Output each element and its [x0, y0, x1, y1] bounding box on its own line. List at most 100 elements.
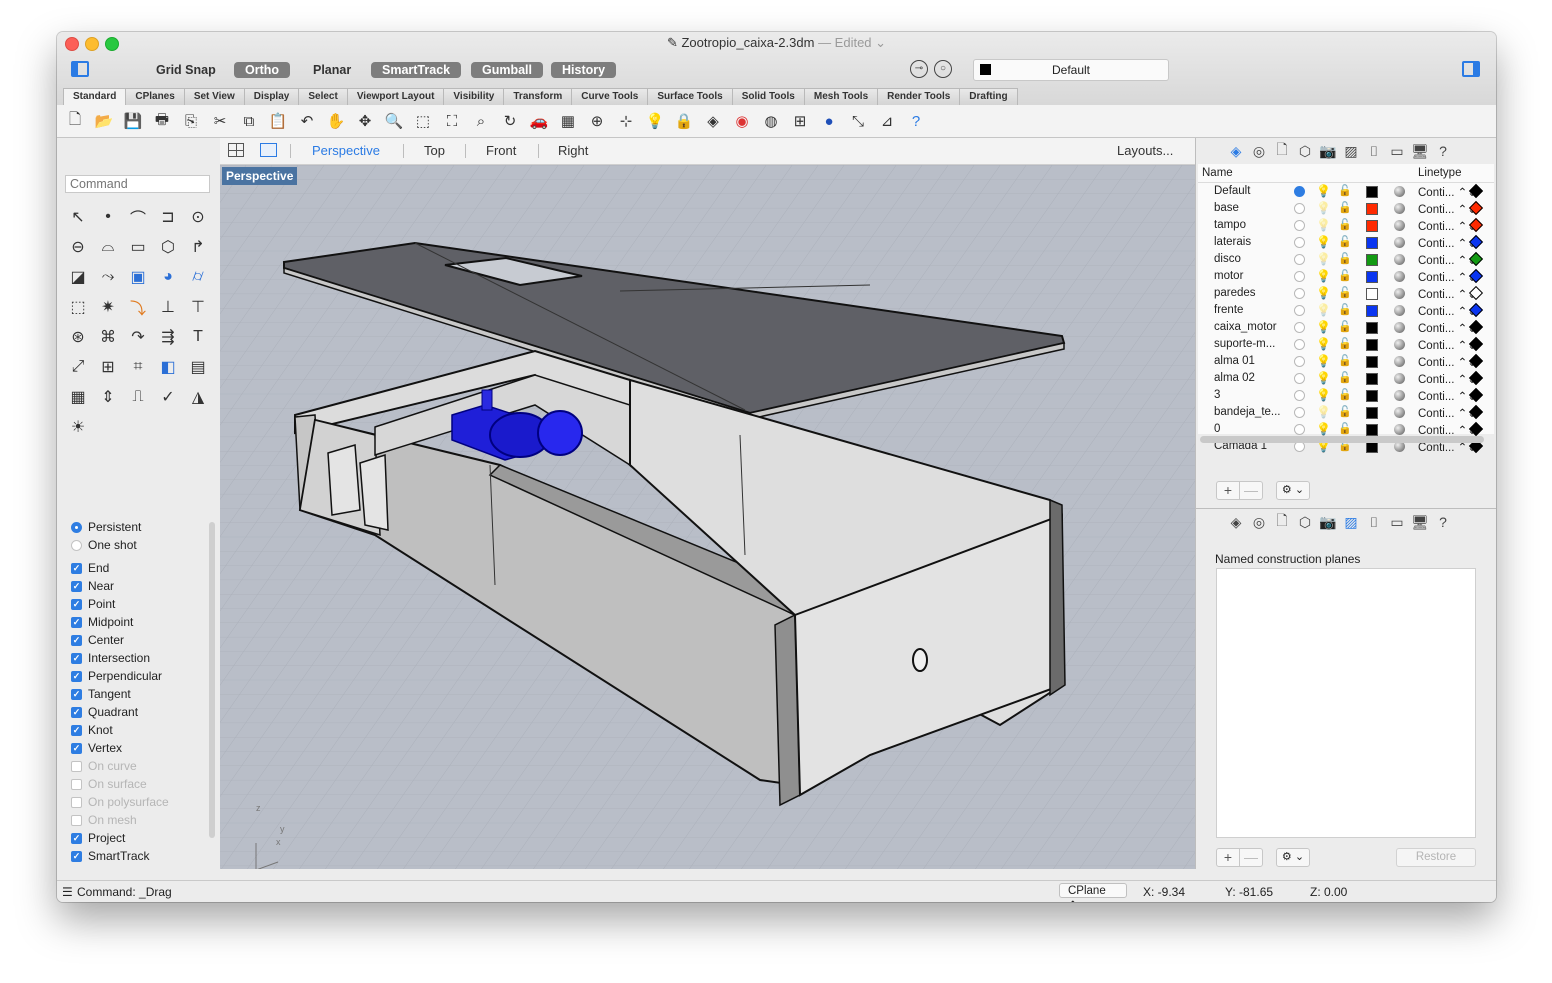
layer-name[interactable]: Default [1214, 185, 1286, 197]
lightbulb-icon[interactable]: 💡 [1316, 235, 1331, 249]
current-layer-radio[interactable] [1294, 254, 1305, 265]
linetype-selector[interactable]: Conti... ⌃⌄ [1418, 287, 1477, 301]
lock-icon[interactable]: 🔓 [1338, 320, 1352, 333]
lightbulb-icon[interactable]: 💡 [1316, 405, 1331, 419]
checkbox[interactable]: ✓ [71, 688, 82, 700]
fillet-icon[interactable]: ↱ [183, 232, 213, 262]
layer-color-swatch[interactable] [1366, 407, 1378, 419]
lock-icon[interactable]: 🔓 [1338, 286, 1352, 299]
cplane-icon[interactable]: ⊕ [585, 110, 609, 132]
paste-icon[interactable]: 📋 [266, 110, 290, 132]
lightbulb-icon[interactable]: 💡 [1316, 303, 1331, 317]
osnap-vertex[interactable]: ✓ Vertex [71, 739, 206, 757]
osnap-point[interactable]: ✓ Point [71, 595, 206, 613]
arc-icon[interactable]: ⌓ [93, 232, 123, 262]
checkbox[interactable]: ✓ [71, 598, 82, 610]
tab-solid-tools[interactable]: Solid Tools [732, 88, 805, 106]
checkbox[interactable]: ✓ [71, 724, 82, 736]
tab-curve-tools[interactable]: Curve Tools [572, 88, 649, 106]
layer-row[interactable]: laterais 💡 🔓 Conti... ⌃⌄ [1198, 234, 1494, 251]
circle-icon[interactable]: ⊙ [183, 202, 213, 232]
layer-row[interactable]: motor 💡 🔓 Conti... ⌃⌄ [1198, 268, 1494, 285]
osnap-project[interactable]: ✓ Project [71, 829, 206, 847]
layer-color-swatch[interactable] [1366, 237, 1378, 249]
layer-name[interactable]: caixa_motor [1214, 321, 1286, 333]
layer-color-swatch[interactable] [1366, 254, 1378, 266]
osnap-intersection[interactable]: ✓ Intersection [71, 649, 206, 667]
layer-color-swatch[interactable] [1366, 356, 1378, 368]
ncp-list[interactable] [1216, 568, 1476, 838]
linetype-selector[interactable]: Conti... ⌃⌄ [1418, 321, 1477, 335]
layer-row[interactable]: tampo 💡 🔓 Conti... ⌃⌄ [1198, 217, 1494, 234]
check-icon[interactable]: ✓ [153, 382, 183, 412]
group-icon[interactable]: ⌘ [93, 322, 123, 352]
viewport-panel-icon[interactable]: ▭ [1387, 512, 1407, 532]
layer-name[interactable]: paredes [1214, 287, 1286, 299]
current-layer-radio[interactable] [1294, 203, 1305, 214]
boolean-icon[interactable]: ⊛ [63, 322, 93, 352]
checkbox[interactable]: ✓ [71, 742, 82, 754]
layer-color-swatch[interactable] [1366, 390, 1378, 402]
lock-icon[interactable]: 🔓 [1338, 201, 1352, 214]
layer-row[interactable]: suporte-m... 💡 🔓 Conti... ⌃⌄ [1198, 336, 1494, 353]
open-folder-icon[interactable]: 📂 [92, 110, 116, 132]
linetype-selector[interactable]: Conti... ⌃⌄ [1418, 270, 1477, 284]
current-layer-radio[interactable] [1294, 220, 1305, 231]
curve-from-object-icon[interactable]: ↷ [123, 322, 153, 352]
lock-icon[interactable]: 🔓 [1338, 405, 1352, 418]
material-icon[interactable] [1394, 254, 1405, 265]
dimension-icon[interactable]: ⤡ [846, 110, 870, 132]
perspective-viewport[interactable]: Perspective z y x [220, 165, 1195, 869]
join-icon[interactable]: ⊤ [183, 292, 213, 322]
cut-icon[interactable]: ✂ [208, 110, 232, 132]
current-layer-radio[interactable] [1294, 305, 1305, 316]
layer-color-swatch[interactable] [1366, 305, 1378, 317]
layer-color-swatch[interactable] [1366, 322, 1378, 334]
lock-icon[interactable]: 🔓 [1338, 337, 1352, 350]
new-file-icon[interactable]: 🗋 [63, 110, 87, 132]
add-cplane-button[interactable]: + [1217, 849, 1239, 866]
wireframe-sphere-icon[interactable]: ◍ [759, 110, 783, 132]
materials-icon[interactable]: ◎ [1249, 141, 1269, 161]
linetype-selector[interactable]: Conti... ⌃⌄ [1418, 355, 1477, 369]
tab-standard[interactable]: Standard [63, 88, 127, 106]
checkbox[interactable] [71, 796, 82, 808]
layer-name[interactable]: base [1214, 202, 1286, 214]
material-icon[interactable] [1394, 390, 1405, 401]
current-layer-radio[interactable] [1294, 237, 1305, 248]
checkbox[interactable]: ✓ [71, 562, 82, 574]
osnap-smarttrack[interactable]: ✓ SmartTrack [71, 847, 206, 865]
linetype-selector[interactable]: Conti... ⌃⌄ [1418, 406, 1477, 420]
checkbox[interactable]: ✓ [71, 652, 82, 664]
checkbox[interactable]: ✓ [71, 670, 82, 682]
current-layer-radio[interactable] [1294, 339, 1305, 350]
layer-color-swatch[interactable] [1366, 339, 1378, 351]
layer-name[interactable]: tampo [1214, 219, 1286, 231]
help-icon[interactable]: ? [1433, 512, 1453, 532]
cplane-options-gear-icon[interactable]: ⚙ ⌄ [1276, 848, 1310, 867]
lock-icon[interactable]: 🔓 [1338, 252, 1352, 265]
layer-color-swatch[interactable] [1366, 220, 1378, 232]
osnap-mode-persistent[interactable]: Persistent [71, 518, 206, 536]
osnap-on-surface[interactable]: On surface [71, 775, 206, 793]
remove-layer-button[interactable]: — [1239, 482, 1262, 499]
layer-row[interactable]: base 💡 🔓 Conti... ⌃⌄ [1198, 200, 1494, 217]
layer-row[interactable]: disco 💡 🔓 Conti... ⌃⌄ [1198, 251, 1494, 268]
layer-icon[interactable]: ◈ [701, 110, 725, 132]
copy-icon[interactable]: ⧉ [237, 110, 261, 132]
polyline-icon[interactable]: ⌒ [123, 202, 153, 232]
zoom-selected-icon[interactable]: ⌕ [469, 110, 493, 132]
measure-icon[interactable]: ⊿ [875, 110, 899, 132]
layer-name[interactable]: alma 02 [1214, 372, 1286, 384]
light-icon[interactable]: 💡 [643, 110, 667, 132]
linetype-selector[interactable]: Conti... ⌃⌄ [1418, 219, 1477, 233]
layer-name[interactable]: 0 [1214, 423, 1286, 435]
surface-icon[interactable]: ◪ [63, 262, 93, 292]
camera-icon[interactable]: 📷 [1318, 141, 1338, 161]
current-layer-radio[interactable] [1294, 356, 1305, 367]
lock-icon[interactable]: 🔓 [1338, 388, 1352, 401]
zoom-window-icon[interactable]: ⬚ [411, 110, 435, 132]
tab-front[interactable]: Front [486, 143, 516, 158]
cplane-selector[interactable]: CPlane ⌃⌄ [1059, 883, 1127, 902]
layer-row[interactable]: frente 💡 🔓 Conti... ⌃⌄ [1198, 302, 1494, 319]
